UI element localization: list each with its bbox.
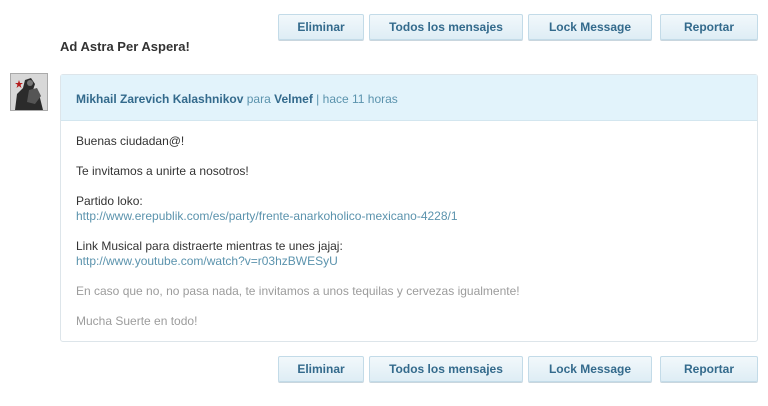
delete-button[interactable]: Eliminar bbox=[278, 14, 364, 40]
sender-link[interactable]: Mikhail Zarevich Kalashnikov bbox=[76, 92, 243, 106]
invite-line: Te invitamos a unirte a nosotros! bbox=[76, 164, 249, 178]
fallback-line: En caso que no, no pasa nada, te invitam… bbox=[76, 284, 520, 298]
message-body: Buenas ciudadan@! Te invitamos a unirte … bbox=[61, 121, 757, 329]
lock-message-button[interactable]: Lock Message bbox=[528, 14, 652, 40]
music-link[interactable]: http://www.youtube.com/watch?v=r03hzBWES… bbox=[76, 254, 338, 268]
party-label: Partido loko: bbox=[76, 194, 143, 208]
bottom-toolbar: Eliminar Todos los mensajes Lock Message… bbox=[0, 356, 768, 382]
all-messages-button[interactable]: Todos los mensajes bbox=[369, 356, 523, 382]
sender-avatar[interactable] bbox=[10, 73, 48, 111]
header-separator: | bbox=[316, 92, 320, 106]
all-messages-button[interactable]: Todos los mensajes bbox=[369, 14, 523, 40]
message-card: Mikhail Zarevich Kalashnikov para Velmef… bbox=[60, 74, 758, 342]
music-label: Link Musical para distraerte mientras te… bbox=[76, 239, 343, 253]
party-block: Partido loko: http://www.erepublik.com/e… bbox=[76, 194, 742, 224]
lock-message-button[interactable]: Lock Message bbox=[528, 356, 652, 382]
to-word: para bbox=[246, 92, 271, 106]
music-block: Link Musical para distraerte mientras te… bbox=[76, 239, 742, 269]
greeting-line: Buenas ciudadan@! bbox=[76, 134, 185, 148]
report-button[interactable]: Reportar bbox=[660, 14, 758, 40]
message-header: Mikhail Zarevich Kalashnikov para Velmef… bbox=[61, 75, 757, 121]
message-time: hace 11 horas bbox=[322, 92, 398, 106]
closing-line: Mucha Suerte en todo! bbox=[76, 314, 198, 328]
delete-button[interactable]: Eliminar bbox=[278, 356, 364, 382]
avatar-image bbox=[11, 74, 47, 110]
report-button[interactable]: Reportar bbox=[660, 356, 758, 382]
top-toolbar: Eliminar Todos los mensajes Lock Message… bbox=[0, 14, 768, 40]
recipient-link[interactable]: Velmef bbox=[274, 92, 313, 106]
message-subject: Ad Astra Per Aspera! bbox=[60, 39, 190, 54]
party-link[interactable]: http://www.erepublik.com/es/party/frente… bbox=[76, 209, 458, 223]
